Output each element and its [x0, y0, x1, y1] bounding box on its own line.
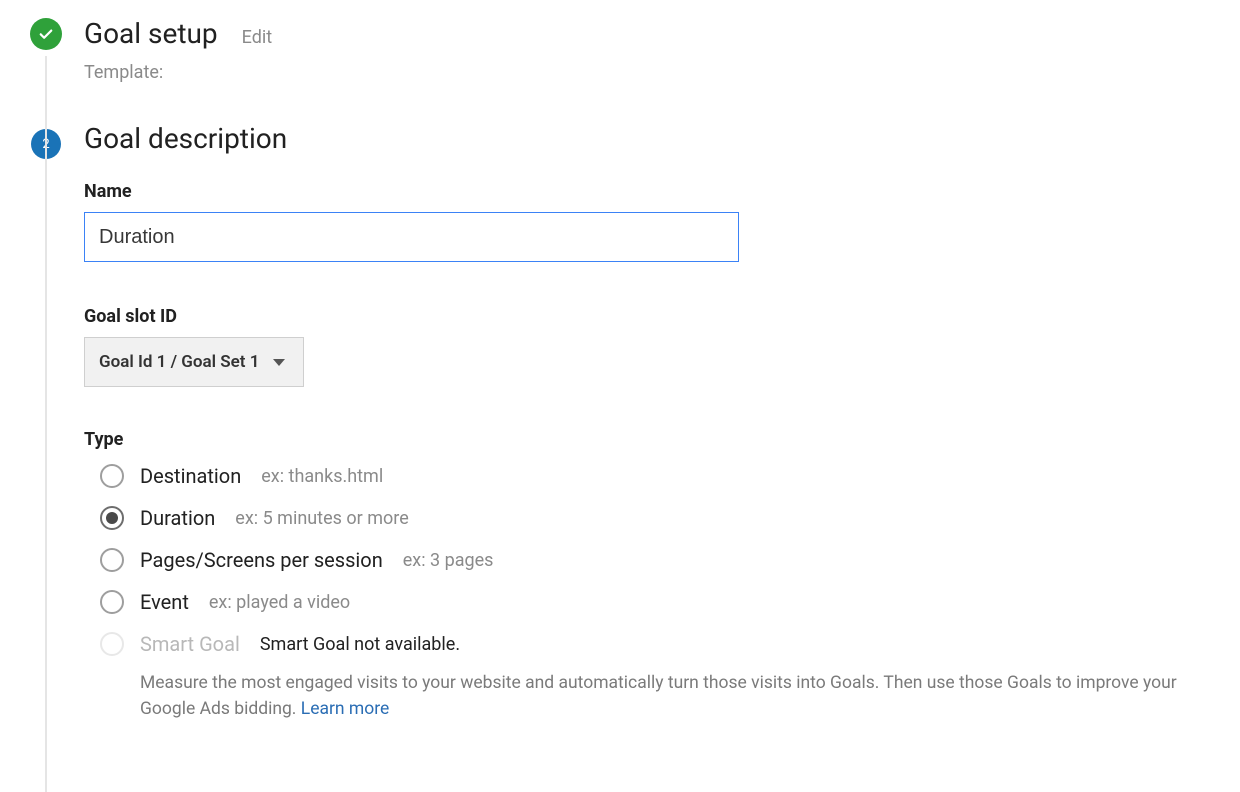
template-label: Template: [84, 62, 272, 83]
goal-slot-dropdown[interactable]: Goal Id 1 / Goal Set 1 [84, 337, 304, 387]
step-goal-setup: Goal setup Edit Template: [30, 18, 1216, 83]
type-row-duration: Duration ex: 5 minutes or more [84, 506, 1216, 530]
type-label-duration: Duration [140, 506, 215, 530]
type-example-destination: ex: thanks.html [261, 466, 383, 487]
type-radio-group: Destination ex: thanks.html Duration ex:… [84, 464, 1216, 723]
type-label-smart-goal: Smart Goal [140, 632, 240, 656]
type-example-pages: ex: 3 pages [403, 550, 494, 571]
type-row-smart-goal: Smart Goal Smart Goal not available. [84, 632, 1216, 656]
name-label: Name [84, 181, 1216, 202]
radio-destination[interactable] [100, 464, 124, 488]
type-row-destination: Destination ex: thanks.html [84, 464, 1216, 488]
type-row-event: Event ex: played a video [84, 590, 1216, 614]
edit-link[interactable]: Edit [242, 27, 272, 48]
learn-more-link[interactable]: Learn more [301, 699, 390, 719]
type-label-pages: Pages/Screens per session [140, 548, 383, 572]
smart-goal-desc-text: Measure the most engaged visits to your … [140, 673, 1177, 719]
type-example-event: ex: played a video [209, 592, 350, 613]
type-label-event: Event [140, 590, 189, 614]
goal-slot-id-label: Goal slot ID [84, 306, 1216, 327]
step1-title: Goal setup [84, 18, 218, 50]
radio-event[interactable] [100, 590, 124, 614]
type-label-destination: Destination [140, 464, 241, 488]
type-example-duration: ex: 5 minutes or more [235, 508, 408, 529]
smart-goal-description: Measure the most engaged visits to your … [140, 670, 1216, 723]
radio-pages[interactable] [100, 548, 124, 572]
type-row-pages: Pages/Screens per session ex: 3 pages [84, 548, 1216, 572]
radio-smart-goal [100, 632, 124, 656]
step2-title: Goal description [84, 123, 1192, 155]
checkmark-icon [30, 18, 62, 50]
radio-duration[interactable] [100, 506, 124, 530]
step-goal-description: 2 Goal description [30, 123, 1216, 159]
caret-down-icon [273, 359, 285, 366]
step-connector-line [45, 56, 47, 792]
smart-goal-note: Smart Goal not available. [260, 634, 460, 655]
type-label: Type [84, 429, 1216, 450]
goal-slot-value: Goal Id 1 / Goal Set 1 [99, 352, 259, 372]
goal-name-input[interactable] [84, 212, 739, 262]
